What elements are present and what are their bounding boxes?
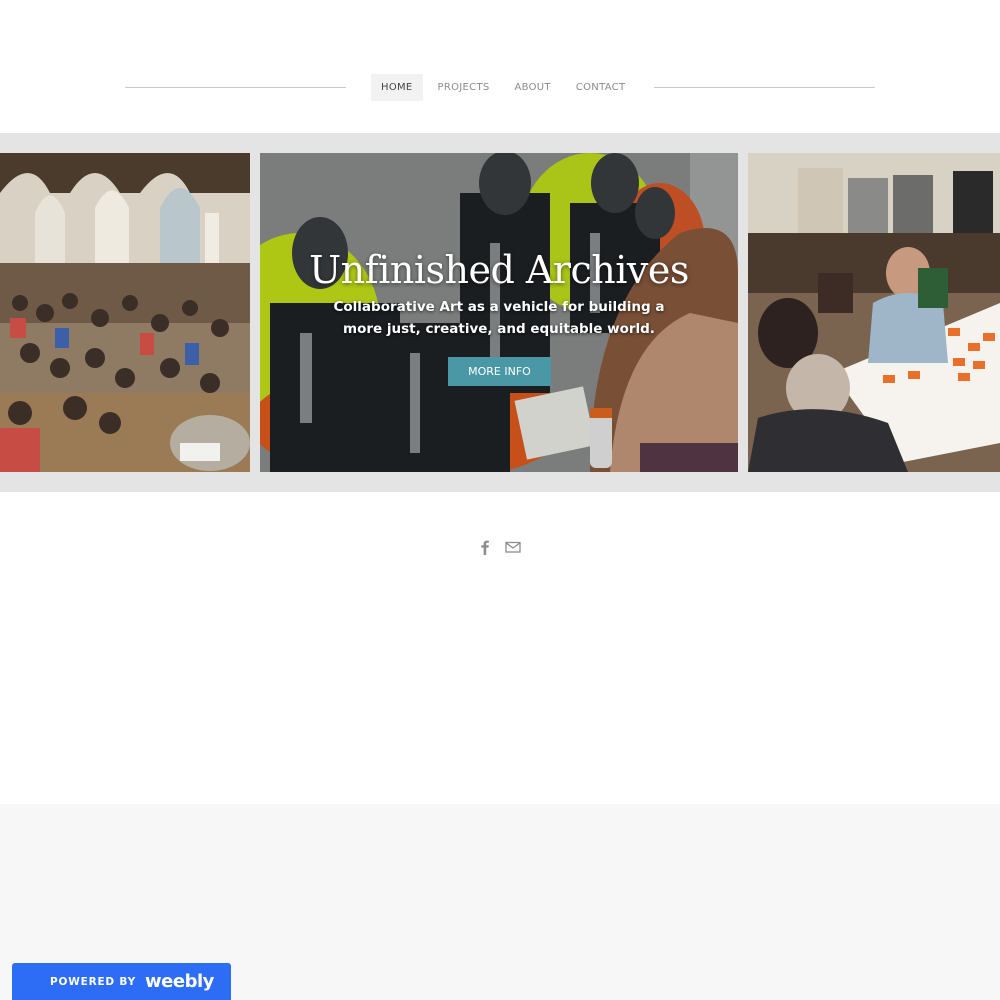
- workshop-table-photo: [748, 153, 1000, 472]
- nav-item-about[interactable]: ABOUT: [505, 74, 561, 101]
- social-links: [476, 538, 522, 556]
- nav-divider-right: [654, 87, 875, 88]
- church-hall-gathering-photo: [0, 153, 250, 472]
- powered-by-weebly-badge[interactable]: POWERED BY weebly: [12, 963, 231, 1000]
- nav-item-projects[interactable]: PROJECTS: [428, 74, 500, 101]
- mail-icon[interactable]: [504, 538, 522, 556]
- main-nav: HOME PROJECTS ABOUT CONTACT: [371, 74, 640, 101]
- hero-subtitle: Collaborative Art as a vehicle for build…: [333, 299, 665, 337]
- site-header: HOME PROJECTS ABOUT CONTACT: [0, 0, 1000, 133]
- nav-item-contact[interactable]: CONTACT: [566, 74, 636, 101]
- hero-banner: Unfinished Archives Collaborative Art as…: [0, 133, 1000, 492]
- nav-divider-left: [125, 87, 346, 88]
- facebook-icon[interactable]: [476, 538, 494, 556]
- weebly-logo: weebly: [145, 971, 214, 992]
- badge-prefix-text: POWERED BY: [50, 975, 137, 988]
- mural-painting-photo: Unfinished Archives Collaborative Art as…: [260, 153, 738, 472]
- hero-title: Unfinished Archives: [309, 248, 689, 292]
- more-info-button[interactable]: MORE INFO: [448, 357, 551, 386]
- nav-item-home[interactable]: HOME: [371, 74, 423, 101]
